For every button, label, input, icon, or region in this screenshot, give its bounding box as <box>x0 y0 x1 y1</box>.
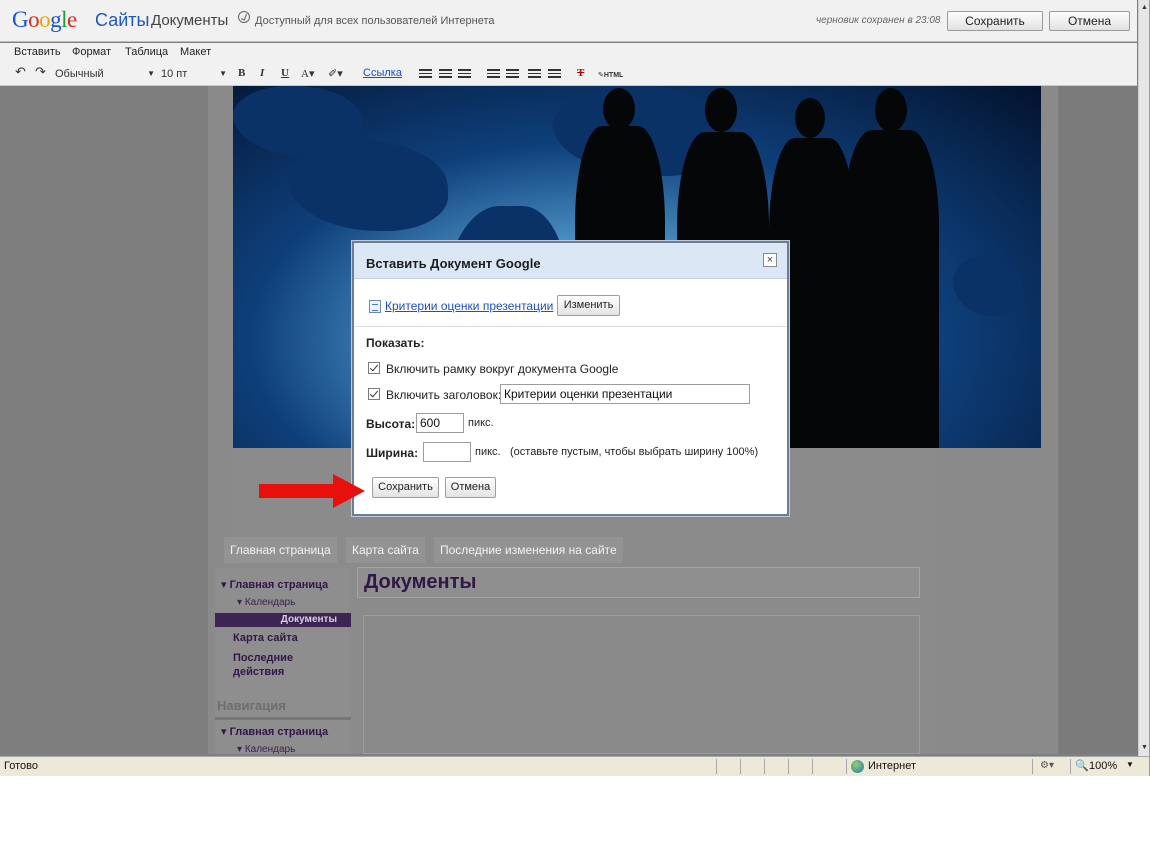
width-input[interactable] <box>423 442 471 462</box>
chevron-down-icon: ▼ <box>147 69 155 78</box>
scroll-up-icon[interactable]: ▲ <box>1139 2 1149 13</box>
redo-icon[interactable]: ↷ <box>35 64 46 80</box>
triangle-down-icon: ▾ <box>221 726 230 738</box>
chevron-down-icon: ▼ <box>219 69 227 78</box>
zoom-icon[interactable]: 🔍 <box>1075 759 1089 772</box>
html-button[interactable]: ✎HTML <box>598 71 623 79</box>
width-hint: (оставьте пустым, чтобы выбрать ширину 1… <box>510 446 759 458</box>
save-button[interactable]: Сохранить <box>372 477 439 498</box>
menu-table[interactable]: Таблица <box>125 46 168 58</box>
access-icon <box>238 11 250 23</box>
browser-window: Google Сайты Документы Доступный для все… <box>0 0 1150 776</box>
indent-more-icon[interactable] <box>487 69 500 80</box>
page-title: Документы <box>364 571 477 593</box>
triangle-down-icon: ▾ <box>221 579 230 591</box>
border-checkbox[interactable] <box>368 362 380 374</box>
triangle-down-icon: ▾ <box>237 744 245 755</box>
protected-mode-icon[interactable]: ⚙▾ <box>1040 760 1054 771</box>
left-gutter <box>0 86 208 754</box>
menu-format[interactable]: Формат <box>72 46 111 58</box>
tab-sitemap[interactable]: Карта сайта <box>346 537 425 563</box>
sidebar-item-recent[interactable]: Последние действия <box>233 651 323 679</box>
clear-format-button[interactable]: T <box>577 67 584 79</box>
title-input[interactable] <box>500 384 750 404</box>
document-link[interactable]: Критерии оценки презентации <box>385 299 553 313</box>
change-document-button[interactable]: Изменить <box>557 295 620 316</box>
globe-icon <box>851 760 864 773</box>
sidebar-item-home[interactable]: ▾ Главная страница <box>221 578 328 592</box>
dialog-header: Вставить Документ Google × <box>354 243 787 279</box>
underline-button[interactable]: U <box>281 67 289 79</box>
status-text: Готово <box>4 760 38 772</box>
triangle-down-icon: ▾ <box>237 597 245 608</box>
align-center-icon[interactable] <box>528 69 541 80</box>
undo-icon[interactable]: ↶ <box>15 64 26 80</box>
security-zone: Интернет <box>868 760 916 772</box>
right-gutter <box>1058 86 1138 754</box>
dialog-title: Вставить Документ Google <box>366 256 541 271</box>
sidebar-item-sitemap[interactable]: Карта сайта <box>233 631 298 645</box>
google-logo[interactable]: Google <box>12 7 77 33</box>
height-input[interactable] <box>416 413 464 433</box>
content-area[interactable] <box>363 615 920 754</box>
zoom-level[interactable]: 100% <box>1089 760 1117 772</box>
close-icon[interactable]: × <box>763 253 777 267</box>
highlight-icon[interactable]: ✐▾ <box>328 67 343 80</box>
width-unit: пикс. <box>475 446 501 458</box>
border-option-label: Включить рамку вокруг документа Google <box>386 362 619 376</box>
style-select[interactable]: Обычный ▼ <box>55 66 157 82</box>
header-save-button[interactable]: Сохранить <box>947 11 1043 31</box>
nav-item-calendar[interactable]: ▾ Календарь <box>237 744 295 755</box>
menu-insert[interactable]: Вставить <box>14 46 61 58</box>
tab-recent-changes[interactable]: Последние изменения на сайте <box>434 537 623 563</box>
screen: Google Сайты Документы Доступный для все… <box>0 0 1150 864</box>
align-left-icon[interactable] <box>506 69 519 80</box>
navigation-heading: Навигация <box>217 698 286 713</box>
show-label: Показать: <box>366 336 425 350</box>
height-unit: пикс. <box>468 417 494 429</box>
bold-button[interactable]: B <box>238 67 245 79</box>
sidebar-item-calendar[interactable]: ▾ Календарь <box>237 597 295 608</box>
title-checkbox[interactable] <box>368 388 380 400</box>
draft-status: черновик сохранен в 23:08 <box>816 15 941 26</box>
numbered-list-icon[interactable] <box>419 69 432 80</box>
indent-less-icon[interactable] <box>458 69 471 80</box>
scroll-down-icon[interactable]: ▼ <box>1139 742 1149 753</box>
menu-bar: Вставить Формат Таблица Макет <box>0 43 1137 63</box>
product-name: Сайты <box>95 10 150 30</box>
cancel-button[interactable]: Отмена <box>445 477 496 498</box>
red-arrow-annotation <box>259 474 365 508</box>
italic-button[interactable]: I <box>260 67 264 79</box>
vertical-scrollbar[interactable]: ▲ ▼ <box>1138 0 1149 756</box>
width-label: Ширина: <box>366 446 419 460</box>
font-color-button[interactable]: A▾ <box>301 67 314 80</box>
insert-doc-dialog: Вставить Документ Google × Критерии оцен… <box>352 241 789 516</box>
header-cancel-button[interactable]: Отмена <box>1049 11 1130 31</box>
font-size-select[interactable]: 10 пт ▼ <box>161 66 229 82</box>
align-right-icon[interactable] <box>548 69 561 80</box>
chevron-down-icon[interactable]: ▼ <box>1126 760 1134 769</box>
link-button[interactable]: Ссылка <box>363 67 402 79</box>
page-name: Документы <box>151 12 229 29</box>
format-toolbar: ↶ ↷ Обычный ▼ 10 пт ▼ B I U A▾ ✐▾ Ссылка T… <box>0 63 1137 86</box>
browser-status-bar: Готово Интернет ⚙▾ 🔍 100% ▼ <box>0 756 1149 776</box>
tab-home[interactable]: Главная страница <box>224 537 337 563</box>
sites-header: Google Сайты Документы Доступный для все… <box>0 0 1137 42</box>
access-status[interactable]: Доступный для всех пользователей Интерне… <box>255 15 495 27</box>
height-label: Высота: <box>366 417 416 431</box>
title-option-label: Включить заголовок: <box>386 388 502 402</box>
document-icon <box>369 300 381 313</box>
sidebar-item-documents[interactable]: Документы <box>215 613 351 627</box>
bulleted-list-icon[interactable] <box>439 69 452 80</box>
content-title-box[interactable]: Документы <box>357 567 920 598</box>
divider <box>354 326 787 327</box>
divider <box>215 717 351 720</box>
nav-item-home[interactable]: ▾ Главная страница <box>221 725 328 739</box>
menu-layout[interactable]: Макет <box>180 46 211 58</box>
